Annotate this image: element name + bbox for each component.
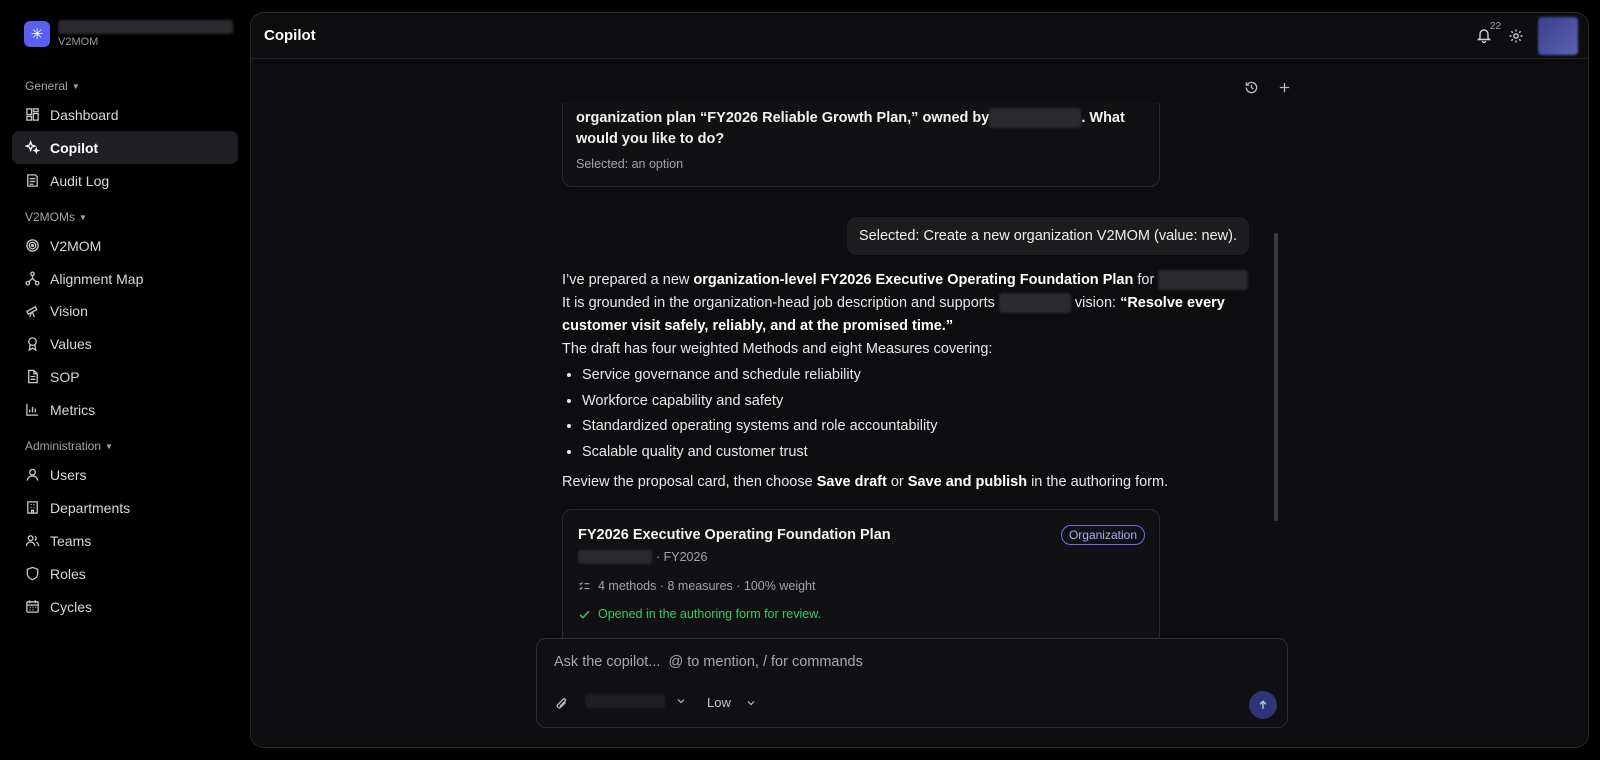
caret-down-icon: ▼ <box>105 441 113 451</box>
sidebar-item-dashboard[interactable]: Dashboard <box>12 98 238 131</box>
asterisk-icon: ✳ <box>24 21 50 47</box>
list-item: Workforce capability and safety <box>582 389 1264 415</box>
brand-subtitle: V2MOM <box>58 36 99 48</box>
sidebar-item-teams[interactable]: Teams <box>12 524 238 557</box>
list-item: Standardized operating systems and role … <box>582 414 1264 440</box>
model-select[interactable] <box>585 694 687 708</box>
header: Copilot 22 <box>251 13 1588 59</box>
chat-input[interactable] <box>554 654 1254 670</box>
avatar[interactable] <box>1538 17 1578 55</box>
proposal-owner-cycle: · FY2026 <box>578 550 707 564</box>
caret-down-icon: ▼ <box>71 81 80 91</box>
caret-down-icon: ▼ <box>79 212 87 222</box>
sidebar-item-values[interactable]: Values <box>12 327 238 360</box>
effort-select[interactable]: Low <box>707 695 757 710</box>
calendar-icon <box>26 600 39 613</box>
users-icon <box>25 535 40 547</box>
shield-icon <box>26 566 39 581</box>
composer: Low <box>536 638 1288 728</box>
assistant-message: I’ve prepared a new organization-level F… <box>562 269 1264 494</box>
send-button[interactable] <box>1249 691 1277 719</box>
sidebar-item-sop[interactable]: SOP <box>12 360 238 393</box>
section-v2moms[interactable]: V2MOMs ▼ <box>25 210 87 224</box>
paperclip-icon[interactable] <box>554 696 570 712</box>
section-administration[interactable]: Administration ▼ <box>25 439 113 453</box>
selected-option: Selected: an option <box>576 157 684 171</box>
network-icon <box>25 271 40 286</box>
notifications-button[interactable]: 22 <box>1476 21 1501 45</box>
scrollbar[interactable] <box>1274 233 1278 521</box>
proposal-meta: 4 methods · 8 measures · 100% weight <box>578 579 815 593</box>
organization-badge: Organization <box>1060 525 1145 545</box>
section-general[interactable]: General ▼ <box>25 79 80 93</box>
option-prompt-question: organization plan “FY2026 Reliable Growt… <box>576 108 1125 147</box>
bar-chart-icon <box>26 403 39 416</box>
user-message: Selected: Create a new organization V2MO… <box>847 217 1249 255</box>
workspace-name-redacted <box>58 20 233 34</box>
org-name-redacted <box>1158 270 1249 291</box>
message-list[interactable]: organization plan “FY2026 Reliable Growt… <box>251 103 1588 638</box>
sidebar-item-users[interactable]: Users <box>12 458 238 491</box>
sidebar-item-alignment-map[interactable]: Alignment Map <box>12 262 238 295</box>
sidebar-item-cycles[interactable]: Cycles <box>12 590 238 623</box>
option-prompt-card: organization plan “FY2026 Reliable Growt… <box>562 103 1160 187</box>
gear-icon[interactable] <box>1508 28 1524 44</box>
page-title: Copilot <box>264 27 316 44</box>
list-item: Service governance and schedule reliabil… <box>582 363 1264 389</box>
telescope-icon <box>26 305 38 318</box>
sidebar-item-metrics[interactable]: Metrics <box>12 393 238 426</box>
proposal-card[interactable]: FY2026 Executive Operating Foundation Pl… <box>562 509 1160 638</box>
notification-count: 22 <box>1490 21 1502 32</box>
sidebar-item-v2mom[interactable]: V2MOM <box>12 229 238 262</box>
methods-list: Service governance and schedule reliabil… <box>582 363 1264 465</box>
building-icon <box>27 501 38 514</box>
sidebar-item-audit-log[interactable]: Audit Log <box>12 164 238 197</box>
list-item: Scalable quality and customer trust <box>582 440 1264 466</box>
proposal-title: FY2026 Executive Operating Foundation Pl… <box>578 527 891 543</box>
list-checks-icon <box>579 581 590 590</box>
owner-name-redacted <box>578 550 652 564</box>
proposal-status: Opened in the authoring form for review. <box>578 607 821 621</box>
sidebar-item-vision[interactable]: Vision <box>12 294 238 327</box>
audit-log-icon <box>27 174 38 187</box>
arrow-up-icon <box>1259 700 1267 709</box>
dashboard-icon <box>26 108 39 121</box>
document-icon <box>28 369 38 384</box>
check-icon <box>579 610 590 619</box>
sidebar-item-departments[interactable]: Departments <box>12 491 238 524</box>
chevron-down-icon <box>747 700 755 705</box>
owner-name-redacted <box>989 108 1082 129</box>
brand[interactable]: ✳ V2MOM <box>24 20 233 48</box>
history-icon[interactable] <box>1244 80 1259 95</box>
award-icon <box>28 337 37 351</box>
sidebar: ✳ V2MOM General ▼ Dashboard Copilot Audit… <box>0 0 245 760</box>
main-panel: Copilot 22 organization plan “FY2026 Rel… <box>250 12 1589 748</box>
sidebar-item-copilot[interactable]: Copilot <box>12 131 238 164</box>
model-name-redacted <box>585 694 665 708</box>
new-chat-icon[interactable] <box>1277 80 1292 95</box>
target-icon <box>26 239 39 252</box>
org-name-redacted <box>998 293 1071 314</box>
sparkles-icon <box>25 140 40 155</box>
user-icon <box>26 468 39 481</box>
sidebar-item-roles[interactable]: Roles <box>12 557 238 590</box>
chevron-down-icon <box>677 699 685 704</box>
